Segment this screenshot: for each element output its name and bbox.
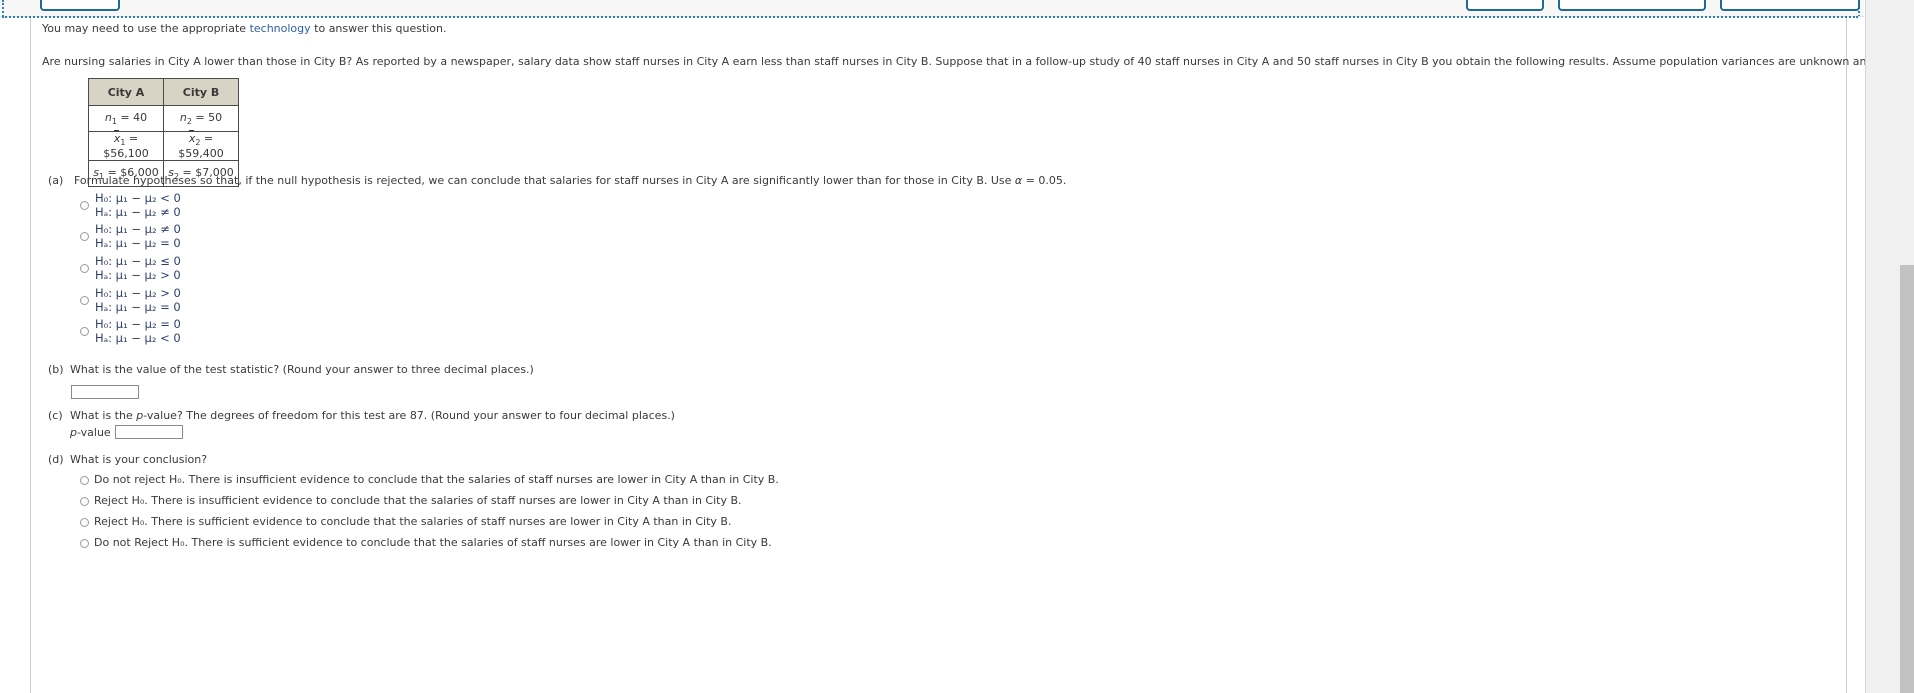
cell-xbar1: x1 = $56,100	[88, 130, 164, 162]
part-a-option-3[interactable]: H₀: μ₁ − μ₂ ≤ 0 Hₐ: μ₁ − μ₂ > 0	[80, 254, 181, 282]
part-d-option-1[interactable]: Do not reject H₀. There is insufficient …	[80, 473, 779, 486]
part-c-text-after: -value? The degrees of freedom for this …	[143, 409, 675, 422]
value-xbar1: $56,100	[103, 147, 149, 161]
radio-icon[interactable]	[80, 517, 89, 527]
content-left-rule	[30, 18, 31, 693]
part-a-option-2-alt: Hₐ: μ₁ − μ₂ = 0	[95, 236, 181, 250]
part-a-option-3-null: H₀: μ₁ − μ₂ ≤ 0	[95, 254, 181, 268]
cell-xbar2: x2 = $59,400	[163, 130, 239, 162]
part-d-option-2-text: Reject H₀. There is insufficient evidenc…	[94, 494, 742, 507]
part-b-marker: (b)	[48, 363, 64, 376]
toolbar-button-2[interactable]	[1466, 0, 1544, 11]
column-header-city-a: City A	[88, 78, 164, 106]
part-b-question: What is the value of the test statistic?…	[70, 363, 534, 376]
part-a-option-5[interactable]: H₀: μ₁ − μ₂ = 0 Hₐ: μ₁ − μ₂ < 0	[80, 317, 181, 345]
radio-icon[interactable]	[80, 496, 89, 506]
column-header-city-b: City B	[163, 78, 239, 106]
part-c-text-before: What is the	[70, 409, 137, 422]
value-n1: 40	[133, 110, 148, 124]
p-value-label-italic: p	[70, 426, 77, 439]
part-a-question: Formulate hypotheses so that, if the nul…	[74, 174, 1066, 187]
part-d-option-4-text: Do not Reject H₀. There is sufficient ev…	[94, 536, 772, 549]
part-d-option-1-text: Do not reject H₀. There is insufficient …	[94, 473, 779, 486]
toolbar-button-1[interactable]	[40, 0, 120, 11]
radio-icon[interactable]	[80, 231, 89, 241]
part-a-option-5-text: H₀: μ₁ − μ₂ = 0 Hₐ: μ₁ − μ₂ < 0	[95, 317, 181, 345]
part-a-option-2[interactable]: H₀: μ₁ − μ₂ ≠ 0 Hₐ: μ₁ − μ₂ = 0	[80, 222, 181, 250]
part-a-marker: (a)	[48, 174, 64, 187]
question-content: You may need to use the appropriate tech…	[0, 18, 1914, 693]
part-d-option-3[interactable]: Reject H₀. There is sufficient evidence …	[80, 515, 731, 528]
scrollbar-thumb[interactable]	[1900, 265, 1914, 693]
cell-n1: n1 = 40	[88, 105, 164, 132]
table-row: n1 = 40 n2 = 50	[88, 105, 239, 132]
symbol-n2: n2	[179, 110, 192, 127]
p-value-input[interactable]	[115, 425, 183, 439]
part-c-question: What is the p-value? The degrees of free…	[70, 409, 675, 422]
part-a-option-1-null: H₀: μ₁ − μ₂ < 0	[95, 191, 181, 205]
symbol-xbar1: x	[113, 130, 121, 145]
radio-icon[interactable]	[80, 200, 89, 210]
technology-note: You may need to use the appropriate tech…	[42, 22, 447, 35]
part-a-text-1: Formulate hypotheses so that, if the nul…	[74, 174, 1015, 187]
radio-icon[interactable]	[80, 538, 89, 548]
part-a-option-1[interactable]: H₀: μ₁ − μ₂ < 0 Hₐ: μ₁ − μ₂ ≠ 0	[80, 191, 181, 219]
part-d-question: What is your conclusion?	[70, 453, 208, 466]
part-a-option-1-alt: Hₐ: μ₁ − μ₂ ≠ 0	[95, 205, 181, 219]
radio-icon[interactable]	[80, 326, 89, 336]
part-a-option-4-alt: Hₐ: μ₁ − μ₂ = 0	[95, 300, 181, 314]
part-a-text-2: = 0.05.	[1022, 174, 1067, 187]
radio-icon[interactable]	[80, 475, 89, 485]
question-prompt: Are nursing salaries in City A lower tha…	[42, 55, 1914, 68]
symbol-xbar2: x	[188, 130, 196, 145]
table-row: x1 = $56,100 x2 = $59,400	[88, 130, 239, 162]
part-a-option-5-null: H₀: μ₁ − μ₂ = 0	[95, 317, 181, 331]
vertical-scrollbar[interactable]	[1900, 0, 1914, 693]
part-d-option-3-text: Reject H₀. There is sufficient evidence …	[94, 515, 732, 528]
statistics-table: City A City B n1 = 40 n2 = 50 x1 = $56,1…	[88, 78, 239, 188]
part-a-option-5-alt: Hₐ: μ₁ − μ₂ < 0	[95, 331, 181, 345]
table-header-row: City A City B	[88, 78, 239, 106]
part-d-option-4[interactable]: Do not Reject H₀. There is sufficient ev…	[80, 536, 772, 549]
part-a-option-4-text: H₀: μ₁ − μ₂ > 0 Hₐ: μ₁ − μ₂ = 0	[95, 286, 181, 314]
radio-icon[interactable]	[80, 263, 89, 273]
toolbar-button-3[interactable]	[1558, 0, 1706, 11]
radio-icon[interactable]	[80, 295, 89, 305]
symbol-n1: n1	[104, 110, 117, 127]
part-d-marker: (d)	[48, 453, 64, 466]
technology-note-after: to answer this question.	[310, 22, 447, 35]
test-statistic-input[interactable]	[71, 385, 139, 399]
technology-link[interactable]: technology	[250, 22, 311, 35]
focus-outline-left	[2, 0, 4, 16]
part-d-option-2[interactable]: Reject H₀. There is insufficient evidenc…	[80, 494, 742, 507]
content-right-rule	[1846, 18, 1847, 693]
page-root: You may need to use the appropriate tech…	[0, 0, 1914, 693]
part-a-option-2-text: H₀: μ₁ − μ₂ ≠ 0 Hₐ: μ₁ − μ₂ = 0	[95, 222, 181, 250]
value-n2: 50	[208, 110, 223, 124]
part-a-option-4[interactable]: H₀: μ₁ − μ₂ > 0 Hₐ: μ₁ − μ₂ = 0	[80, 286, 181, 314]
part-a-option-4-null: H₀: μ₁ − μ₂ > 0	[95, 286, 181, 300]
part-a-option-2-null: H₀: μ₁ − μ₂ ≠ 0	[95, 222, 181, 236]
technology-note-before: You may need to use the appropriate	[42, 22, 250, 35]
part-a-option-3-alt: Hₐ: μ₁ − μ₂ > 0	[95, 268, 181, 282]
toolbar	[0, 0, 1864, 17]
cell-n2: n2 = 50	[163, 105, 239, 132]
toolbar-button-4[interactable]	[1720, 0, 1860, 11]
part-c-marker: (c)	[48, 409, 63, 422]
part-a-option-3-text: H₀: μ₁ − μ₂ ≤ 0 Hₐ: μ₁ − μ₂ > 0	[95, 254, 181, 282]
part-a-option-1-text: H₀: μ₁ − μ₂ < 0 Hₐ: μ₁ − μ₂ ≠ 0	[95, 191, 181, 219]
value-xbar2: $59,400	[178, 147, 224, 161]
